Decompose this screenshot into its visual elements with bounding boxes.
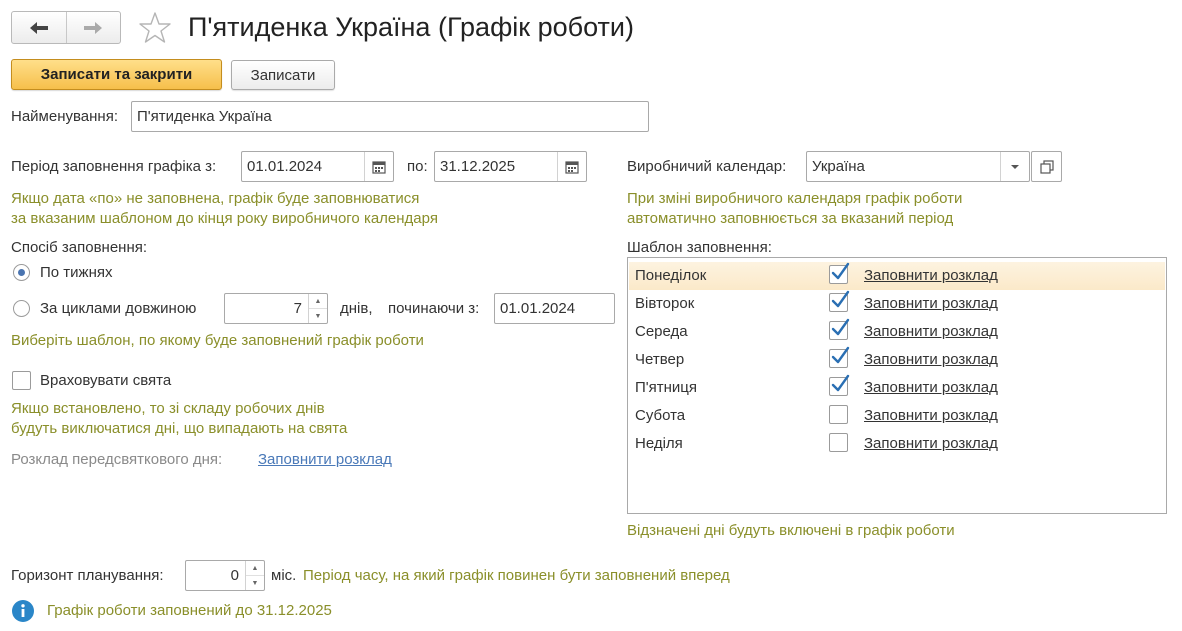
- horizon-stepper[interactable]: 0 ▲ ▼: [185, 560, 265, 591]
- calendar-icon[interactable]: [557, 152, 586, 181]
- back-button[interactable]: [12, 12, 66, 43]
- forward-button[interactable]: [65, 12, 121, 43]
- info-icon: [11, 599, 35, 627]
- radio-by-cycles[interactable]: [13, 300, 30, 317]
- day-name: Понеділок: [635, 267, 707, 284]
- stepper-up-icon[interactable]: ▲: [309, 294, 327, 308]
- table-row[interactable]: Четвер Заповнити розклад: [629, 346, 1165, 374]
- fill-method-label: Спосіб заповнення:: [11, 239, 148, 256]
- period-hint-2: за вказаним шаблоном до кінця року вироб…: [11, 210, 438, 227]
- table-row[interactable]: Понеділок Заповнити розклад: [629, 262, 1165, 290]
- period-label: Період заповнення графіка з:: [11, 158, 217, 175]
- day-checkbox[interactable]: [829, 405, 848, 424]
- cycle-start-value: 01.01.2024: [500, 300, 576, 317]
- checkmark-icon: [831, 262, 850, 280]
- day-checkbox[interactable]: [829, 262, 850, 284]
- page-title: П'ятиденка Україна (Графік роботи): [188, 12, 634, 42]
- fill-schedule-link[interactable]: Заповнити розклад: [864, 323, 998, 340]
- fill-schedule-link[interactable]: Заповнити розклад: [864, 351, 998, 368]
- calendar-value: Україна: [812, 158, 865, 175]
- fill-schedule-link[interactable]: Заповнити розклад: [864, 267, 998, 284]
- preholiday-label: Розклад передсвяткового дня:: [11, 451, 223, 468]
- day-checkbox[interactable]: [829, 433, 848, 452]
- checkmark-icon: [831, 374, 850, 392]
- period-from-value: 01.01.2024: [247, 158, 323, 175]
- template-label: Шаблон заповнення:: [627, 239, 772, 256]
- fill-schedule-link[interactable]: Заповнити розклад: [864, 295, 998, 312]
- day-name: Четвер: [635, 351, 685, 368]
- horizon-unit: міс.: [271, 567, 297, 584]
- period-to-input[interactable]: 31.12.2025: [434, 151, 587, 182]
- name-value: П'ятиденка Україна: [137, 108, 272, 125]
- favorite-star-button[interactable]: [137, 10, 173, 50]
- day-checkbox[interactable]: [829, 374, 850, 396]
- day-checkbox[interactable]: [829, 290, 850, 312]
- cycle-start-input[interactable]: 01.01.2024: [494, 293, 615, 324]
- fill-schedule-link[interactable]: Заповнити розклад: [864, 435, 998, 452]
- calendar-icon[interactable]: [364, 152, 393, 181]
- days-label: днів,: [340, 300, 373, 317]
- cycle-length-value: 7: [293, 300, 302, 317]
- radio-by-cycles-label[interactable]: За циклами довжиною: [40, 300, 196, 317]
- chevron-down-icon[interactable]: [1000, 152, 1029, 181]
- day-checkbox[interactable]: [829, 346, 850, 368]
- start-label: починаючи з:: [388, 300, 480, 317]
- fill-schedule-link[interactable]: Заповнити розклад: [864, 407, 998, 424]
- stepper-down-icon[interactable]: ▼: [309, 308, 327, 323]
- stepper-down-icon[interactable]: ▼: [246, 575, 264, 590]
- day-name: Середа: [635, 323, 688, 340]
- checkmark-icon: [831, 318, 850, 336]
- holidays-label[interactable]: Враховувати свята: [40, 372, 171, 389]
- save-and-close-button[interactable]: Записати та закрити: [11, 59, 222, 90]
- table-row[interactable]: Субота Заповнити розклад: [629, 402, 1165, 430]
- holidays-hint-2: будуть виключатися дні, що випадають на …: [11, 420, 348, 437]
- period-hint-1: Якщо дата «по» не заповнена, графік буде…: [11, 190, 420, 207]
- period-from-input[interactable]: 01.01.2024: [241, 151, 394, 182]
- calendar-select[interactable]: Україна: [806, 151, 1030, 182]
- holidays-hint-1: Якщо встановлено, то зі складу робочих д…: [11, 400, 325, 417]
- name-label: Найменування:: [11, 108, 118, 125]
- checkmark-icon: [831, 290, 850, 308]
- radio-by-weeks-label[interactable]: По тижнях: [40, 264, 112, 281]
- open-calendar-button[interactable]: [1031, 151, 1062, 182]
- open-copy-icon: [1039, 159, 1054, 174]
- arrow-right-icon: [84, 21, 103, 34]
- stepper-up-icon[interactable]: ▲: [246, 561, 264, 575]
- day-checkbox[interactable]: [829, 318, 850, 340]
- checkmark-icon: [831, 346, 850, 364]
- calendar-label: Виробничий календар:: [627, 158, 787, 175]
- template-footer-hint: Відзначені дні будуть включені в графік …: [627, 522, 955, 539]
- table-row[interactable]: Неділя Заповнити розклад: [629, 430, 1165, 458]
- star-icon: [139, 12, 171, 43]
- horizon-value: 0: [230, 567, 239, 584]
- info-text: Графік роботи заповнений до 31.12.2025: [47, 602, 332, 619]
- period-to-value: 31.12.2025: [440, 158, 516, 175]
- period-to-label: по:: [407, 158, 428, 175]
- name-input[interactable]: П'ятиденка Україна: [131, 101, 649, 132]
- nav-buttons: [11, 11, 121, 44]
- calendar-hint-1: При зміні виробничого календаря графік р…: [627, 190, 963, 207]
- fill-method-hint: Виберіть шаблон, по якому буде заповнени…: [11, 332, 424, 349]
- fill-schedule-link[interactable]: Заповнити розклад: [864, 379, 998, 396]
- arrow-left-icon: [29, 21, 48, 34]
- horizon-hint: Період часу, на який графік повинен бути…: [303, 567, 730, 584]
- calendar-hint-2: автоматично заповнюється за вказаний пер…: [627, 210, 954, 227]
- day-name: Субота: [635, 407, 686, 424]
- day-name: П'ятниця: [635, 379, 698, 396]
- day-name: Неділя: [635, 435, 683, 452]
- cycle-length-stepper[interactable]: 7 ▲ ▼: [224, 293, 328, 324]
- radio-by-weeks[interactable]: [13, 264, 30, 281]
- day-name: Вівторок: [635, 295, 695, 312]
- table-row[interactable]: П'ятниця Заповнити розклад: [629, 374, 1165, 402]
- template-table: Понеділок Заповнити розклад Вівторок Зап…: [627, 257, 1167, 514]
- preholiday-fill-link[interactable]: Заповнити розклад: [258, 451, 392, 468]
- holidays-checkbox[interactable]: [12, 371, 31, 390]
- save-button[interactable]: Записати: [231, 60, 335, 90]
- horizon-label: Горизонт планування:: [11, 567, 164, 584]
- table-row[interactable]: Вівторок Заповнити розклад: [629, 290, 1165, 318]
- table-row[interactable]: Середа Заповнити розклад: [629, 318, 1165, 346]
